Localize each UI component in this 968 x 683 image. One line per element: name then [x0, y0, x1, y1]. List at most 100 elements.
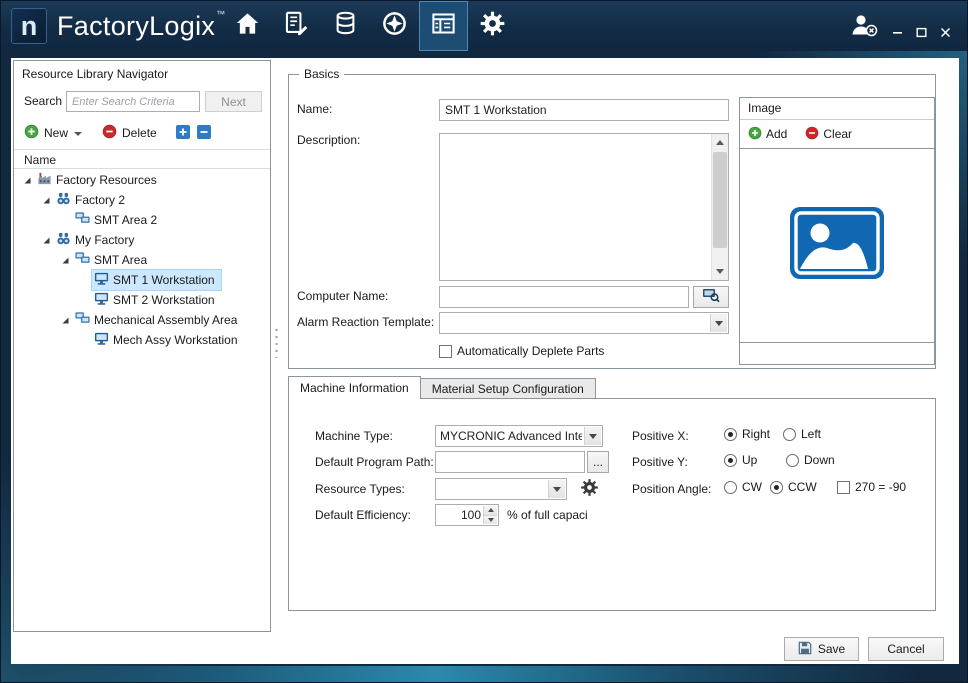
- nav-database-button[interactable]: [321, 1, 370, 51]
- name-label: Name:: [297, 102, 332, 116]
- expander-icon[interactable]: [39, 236, 54, 245]
- image-groupbox: Image Add Clear: [739, 97, 935, 365]
- scrollbar[interactable]: [711, 134, 728, 280]
- area-icon: [75, 211, 90, 229]
- picture-icon: [789, 206, 885, 285]
- window-controls: [890, 25, 953, 40]
- tree-item-factory-2[interactable]: Factory 2: [14, 190, 270, 210]
- browse-path-button[interactable]: ...: [587, 451, 609, 473]
- computer-name-input[interactable]: [439, 286, 689, 308]
- cancel-button[interactable]: Cancel: [868, 637, 944, 661]
- positive-y-up-option[interactable]: Up: [724, 453, 757, 467]
- expand-all-button[interactable]: [175, 124, 191, 143]
- delete-button[interactable]: Delete: [122, 126, 157, 140]
- scroll-thumb[interactable]: [713, 152, 727, 248]
- tree-item-mech-assy-workstation[interactable]: Mech Assy Workstation: [14, 330, 270, 350]
- position-angle-ccw-option[interactable]: CCW: [770, 480, 817, 494]
- program-path-input[interactable]: [435, 451, 585, 473]
- program-path-label: Default Program Path:: [315, 455, 434, 469]
- alarm-template-select[interactable]: [439, 312, 729, 334]
- radio-ccw[interactable]: [770, 481, 783, 494]
- chevron-down-icon[interactable]: [584, 427, 601, 445]
- nav-settings-button[interactable]: [468, 1, 517, 51]
- name-input[interactable]: [439, 99, 729, 121]
- tree-item-mechanical-assembly-area[interactable]: Mechanical Assembly Area: [14, 310, 270, 330]
- expander-icon[interactable]: [58, 256, 73, 265]
- spin-up-icon[interactable]: [483, 506, 497, 515]
- radio-right[interactable]: [724, 428, 737, 441]
- spin-down-icon[interactable]: [483, 515, 497, 525]
- configure-gear-icon[interactable]: [580, 478, 599, 502]
- image-title: Image: [748, 101, 781, 115]
- tree-column-header[interactable]: Name: [14, 149, 270, 169]
- positive-x-right-option[interactable]: Right: [724, 427, 770, 441]
- tab-machine-information[interactable]: Machine Information: [288, 376, 421, 399]
- machine-information-panel: Machine Type: MYCRONIC Advanced Inte Pos…: [288, 398, 936, 611]
- description-textarea[interactable]: [439, 133, 729, 281]
- chevron-down-icon[interactable]: [710, 314, 727, 332]
- site-icon: [56, 191, 71, 209]
- angle-note-option[interactable]: 270 = -90: [837, 480, 906, 494]
- expander-icon[interactable]: [20, 176, 35, 185]
- search-input[interactable]: [66, 91, 200, 112]
- tree-item-smt-2-workstation[interactable]: SMT 2 Workstation: [14, 290, 270, 310]
- radio-up[interactable]: [724, 454, 737, 467]
- workstation-icon: [94, 291, 109, 309]
- delete-icon: [102, 124, 117, 142]
- nav-home-button[interactable]: [223, 1, 272, 51]
- image-preview-area[interactable]: [740, 148, 934, 343]
- collapse-all-button[interactable]: [196, 124, 212, 143]
- app-title: FactoryLogix™: [57, 9, 225, 42]
- clear-image-button[interactable]: Clear: [823, 127, 852, 141]
- close-button[interactable]: [938, 25, 953, 40]
- position-angle-cw-option[interactable]: CW: [724, 480, 762, 494]
- dispatch-icon: [381, 10, 408, 42]
- positive-y-down-option[interactable]: Down: [786, 453, 835, 467]
- search-next-button[interactable]: Next: [205, 91, 262, 112]
- deplete-parts-label: Automatically Deplete Parts: [457, 344, 604, 358]
- new-dropdown-icon[interactable]: [74, 132, 82, 136]
- nav-work-order-button[interactable]: [272, 1, 321, 51]
- radio-down[interactable]: [786, 454, 799, 467]
- radio-cw[interactable]: [724, 481, 737, 494]
- save-button[interactable]: Save: [784, 637, 859, 661]
- minimize-button[interactable]: [890, 25, 905, 40]
- scroll-down-icon[interactable]: [712, 263, 728, 280]
- scroll-up-icon[interactable]: [712, 134, 728, 151]
- add-image-button[interactable]: Add: [766, 127, 787, 141]
- positive-x-left-option[interactable]: Left: [783, 427, 821, 441]
- tree-item-smt-area[interactable]: SMT Area: [14, 250, 270, 270]
- tree-item-smt-1-workstation[interactable]: SMT 1 Workstation: [14, 270, 270, 290]
- tree-item-factory-resources[interactable]: Factory Resources: [14, 170, 270, 190]
- maximize-button[interactable]: [914, 25, 929, 40]
- machine-type-select[interactable]: MYCRONIC Advanced Inte: [435, 425, 603, 447]
- area-icon: [75, 311, 90, 329]
- add-image-icon: [748, 126, 762, 143]
- angle-note-checkbox[interactable]: [837, 481, 850, 494]
- panel-title: Resource Library Navigator: [22, 67, 168, 81]
- factory-icon: [37, 171, 52, 189]
- tree-item-smt-area-2[interactable]: SMT Area 2: [14, 210, 270, 230]
- browse-network-button[interactable]: [693, 286, 729, 308]
- home-icon: [234, 10, 261, 42]
- tab-material-setup-configuration[interactable]: Material Setup Configuration: [421, 378, 596, 399]
- deplete-parts-checkbox[interactable]: [439, 345, 452, 358]
- alarm-template-label: Alarm Reaction Template:: [297, 315, 434, 329]
- nav-dispatch-button[interactable]: [370, 1, 419, 51]
- reports-icon: [430, 10, 457, 42]
- radio-left[interactable]: [783, 428, 796, 441]
- resource-types-select[interactable]: [435, 478, 567, 500]
- chevron-down-icon[interactable]: [548, 480, 565, 498]
- expander-icon[interactable]: [58, 316, 73, 325]
- deplete-parts-option[interactable]: Automatically Deplete Parts: [439, 344, 604, 358]
- efficiency-stepper[interactable]: 100: [435, 504, 499, 526]
- new-button[interactable]: New: [44, 126, 68, 140]
- save-icon: [798, 641, 812, 658]
- tree-item-my-factory[interactable]: My Factory: [14, 230, 270, 250]
- logo-letter: n: [21, 11, 38, 42]
- area-icon: [75, 251, 90, 269]
- panel-splitter[interactable]: [273, 60, 279, 632]
- user-status-offline-icon[interactable]: [849, 12, 879, 44]
- expander-icon[interactable]: [39, 196, 54, 205]
- nav-reports-button[interactable]: [419, 1, 468, 51]
